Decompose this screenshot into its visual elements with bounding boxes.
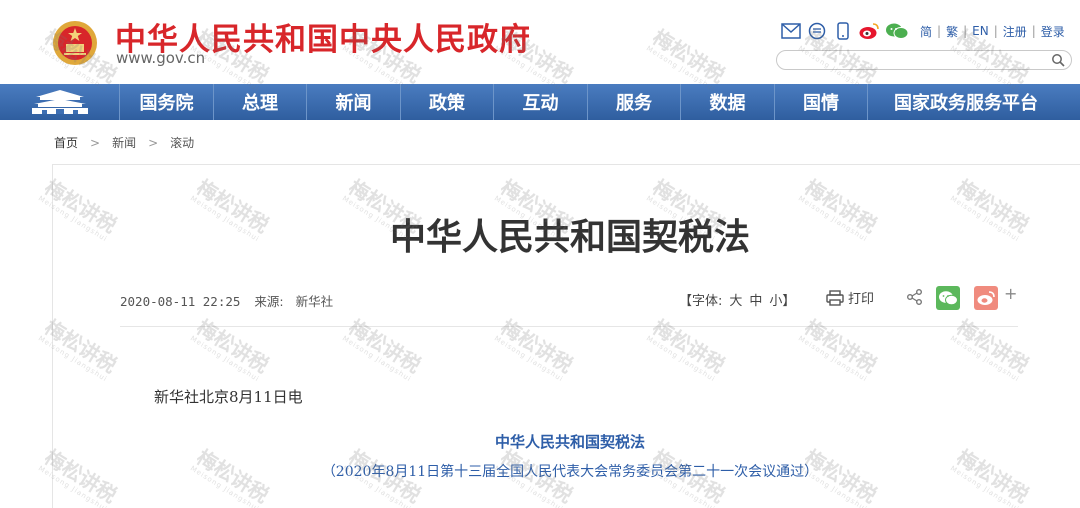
article-meta: 2020-08-11 22:25 来源: 新华社 xyxy=(120,291,333,310)
nav-policy[interactable]: 政策 xyxy=(401,84,494,120)
print-label: 打印 xyxy=(848,292,875,307)
national-emblem-icon[interactable] xyxy=(52,20,98,66)
weibo-icon xyxy=(977,291,995,305)
font-size-label: 【字体: xyxy=(679,294,723,309)
tiananmen-icon xyxy=(31,90,88,114)
article-title: 中华人民共和国契税法 xyxy=(389,217,750,258)
font-size-control: 【字体: 大中小】 xyxy=(679,290,795,309)
printer-icon xyxy=(826,289,844,306)
nav-interaction[interactable]: 互动 xyxy=(494,84,588,120)
nav-national-info[interactable]: 国情 xyxy=(775,84,868,120)
wechat-icon[interactable] xyxy=(884,21,910,41)
separator: | xyxy=(993,24,998,38)
message-icon[interactable] xyxy=(806,21,828,41)
print-button[interactable]: 打印 xyxy=(826,288,874,307)
separator: | xyxy=(963,24,968,38)
main-nav: 国务院 总理 新闻 政策 互动 服务 数据 国情 国家政务服务平台 xyxy=(0,84,1080,120)
nav-home-button[interactable] xyxy=(0,84,120,120)
publish-datetime: 2020-08-11 22:25 xyxy=(120,294,241,309)
search-input[interactable] xyxy=(787,52,1047,68)
search-box xyxy=(776,50,1072,70)
law-name: 中华人民共和国契税法 xyxy=(494,433,645,451)
source-label: 来源: xyxy=(254,294,284,309)
mail-icon[interactable] xyxy=(780,21,802,41)
more-share-button[interactable]: + xyxy=(1004,284,1017,303)
chevron-right-icon: > xyxy=(148,135,159,150)
source-name: 新华社 xyxy=(295,294,334,309)
nav-government-services-platform[interactable]: 国家政务服务平台 xyxy=(868,84,1080,120)
header-tools: 简 | 繁 | EN | 注册 | 登录 xyxy=(780,20,1065,42)
wechat-share-button[interactable] xyxy=(936,286,960,310)
weibo-share-button[interactable] xyxy=(974,286,998,310)
chevron-right-icon: > xyxy=(90,135,101,150)
register-link[interactable]: 注册 xyxy=(1003,23,1027,40)
divider xyxy=(120,326,1018,327)
font-medium-button[interactable]: 中 xyxy=(749,294,762,309)
separator: | xyxy=(937,24,942,38)
weibo-icon[interactable] xyxy=(858,21,880,41)
mobile-icon[interactable] xyxy=(832,21,854,41)
language-links: 简 | 繁 | EN | 注册 | 登录 xyxy=(920,23,1065,40)
breadcrumb-rolling[interactable]: 滚动 xyxy=(170,134,194,151)
share-icon[interactable] xyxy=(906,288,924,306)
nav-services[interactable]: 服务 xyxy=(588,84,681,120)
english-link[interactable]: EN xyxy=(972,24,989,38)
separator: | xyxy=(1031,24,1036,38)
nav-state-council[interactable]: 国务院 xyxy=(120,84,214,120)
breadcrumb-news[interactable]: 新闻 xyxy=(112,134,136,151)
article-dateline: 新华社北京8月11日电 xyxy=(154,388,303,406)
font-small-button[interactable]: 小】 xyxy=(769,294,795,309)
breadcrumb-home[interactable]: 首页 xyxy=(54,134,78,151)
breadcrumb: 首页 > 新闻 > 滚动 xyxy=(54,134,194,151)
simplified-chinese-link[interactable]: 简 xyxy=(920,23,932,40)
font-large-button[interactable]: 大 xyxy=(729,294,742,309)
wechat-icon xyxy=(939,291,958,306)
site-header: 中华人民共和国中央人民政府 www.gov.cn 简 | 繁 | EN | 注册 | 登… xyxy=(0,0,1080,84)
law-adoption-note: （2020年8月11日第十三届全国人民代表大会常务委员会第二十一次会议通过） xyxy=(321,464,819,480)
nav-premier[interactable]: 总理 xyxy=(214,84,307,120)
traditional-chinese-link[interactable]: 繁 xyxy=(946,23,958,40)
search-icon[interactable] xyxy=(1051,53,1065,67)
login-link[interactable]: 登录 xyxy=(1041,23,1065,40)
nav-news[interactable]: 新闻 xyxy=(307,84,401,120)
nav-data[interactable]: 数据 xyxy=(681,84,775,120)
site-url[interactable]: www.gov.cn xyxy=(116,49,205,67)
